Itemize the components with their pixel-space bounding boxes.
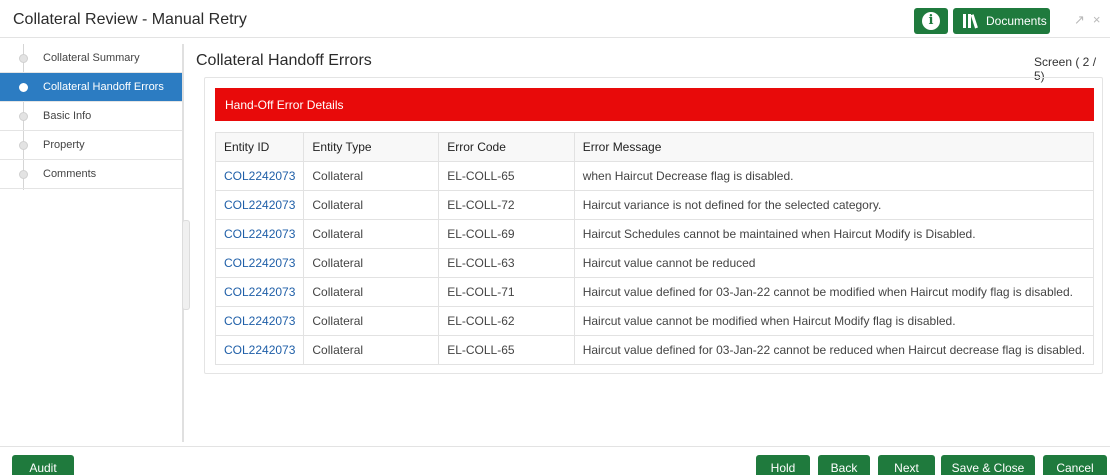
library-icon — [963, 14, 980, 29]
sidebar-item-collateral-summary[interactable]: Collateral Summary — [0, 44, 182, 73]
column-header-error-message[interactable]: Error Message — [573, 132, 1095, 162]
table-row: COL2242073 Collateral EL-COLL-65 when Ha… — [214, 161, 1095, 191]
next-button[interactable]: Next — [878, 455, 935, 475]
entity-type-cell: Collateral — [303, 161, 440, 191]
documents-label: Documents — [986, 14, 1047, 28]
sidebar-item-label: Comments — [43, 168, 97, 180]
entity-type-cell: Collateral — [303, 335, 440, 365]
column-header-entity-type[interactable]: Entity Type — [303, 132, 440, 162]
error-message-cell: Haircut value cannot be reduced — [573, 248, 1095, 278]
info-button[interactable]: i — [914, 8, 948, 34]
sidebar-item-label: Property — [43, 139, 85, 151]
sidebar-item-property[interactable]: Property — [0, 131, 182, 160]
sidebar-item-comments[interactable]: Comments — [0, 160, 182, 189]
sidebar-item-label: Collateral Summary — [43, 52, 140, 64]
entity-type-cell: Collateral — [303, 248, 440, 278]
cancel-button[interactable]: Cancel — [1043, 455, 1107, 475]
table-header-row: Entity ID Entity Type Error Code Error M… — [214, 132, 1095, 162]
sidebar-item-basic-info[interactable]: Basic Info — [0, 102, 182, 131]
step-dot-icon — [19, 170, 28, 179]
column-header-entity-id[interactable]: Entity ID — [214, 132, 305, 162]
error-message-cell: Haircut value cannot be modified when Ha… — [573, 306, 1095, 336]
error-message-cell: Haircut variance is not defined for the … — [573, 190, 1095, 220]
table-row: COL2242073 Collateral EL-COLL-65 Haircut… — [214, 335, 1095, 365]
entity-id-link[interactable]: COL2242073 — [214, 248, 305, 278]
error-code-cell: EL-COLL-65 — [438, 161, 575, 191]
app-window: Collateral Review - Manual Retry i Docum… — [0, 0, 1110, 475]
step-dot-icon — [19, 54, 28, 63]
entity-id-link[interactable]: COL2242073 — [214, 219, 305, 249]
error-details-panel: Hand-Off Error Details Entity ID Entity … — [204, 77, 1103, 374]
back-button[interactable]: Back — [818, 455, 870, 475]
entity-id-link[interactable]: COL2242073 — [214, 306, 305, 336]
error-code-cell: EL-COLL-69 — [438, 219, 575, 249]
entity-id-link[interactable]: COL2242073 — [214, 335, 305, 365]
expand-icon[interactable]: ↗ — [1074, 12, 1093, 27]
error-code-cell: EL-COLL-63 — [438, 248, 575, 278]
sidebar-item-label: Basic Info — [43, 110, 92, 122]
info-icon: i — [922, 12, 940, 30]
window-header: Collateral Review - Manual Retry i Docum… — [0, 0, 1110, 38]
documents-button[interactable]: Documents — [953, 8, 1050, 34]
entity-id-link[interactable]: COL2242073 — [214, 190, 305, 220]
error-message-cell: Haircut value defined for 03-Jan-22 cann… — [573, 335, 1095, 365]
entity-type-cell: Collateral — [303, 190, 440, 220]
error-message-cell: Haircut value defined for 03-Jan-22 cann… — [573, 277, 1095, 307]
table-row: COL2242073 Collateral EL-COLL-62 Haircut… — [214, 306, 1095, 336]
splitter-handle[interactable] — [182, 220, 190, 310]
window-title: Collateral Review - Manual Retry — [13, 11, 247, 28]
audit-button[interactable]: Audit — [12, 455, 74, 475]
error-message-cell: Haircut Schedules cannot be maintained w… — [573, 219, 1095, 249]
error-table: Entity ID Entity Type Error Code Error M… — [214, 132, 1095, 365]
page-title: Collateral Handoff Errors — [196, 52, 372, 69]
table-row: COL2242073 Collateral EL-COLL-71 Haircut… — [214, 277, 1095, 307]
error-code-cell: EL-COLL-72 — [438, 190, 575, 220]
sidebar-item-label: Collateral Handoff Errors — [43, 81, 164, 93]
step-dot-icon — [19, 141, 28, 150]
column-header-error-code[interactable]: Error Code — [438, 132, 575, 162]
sidebar-nav: Collateral Summary Collateral Handoff Er… — [0, 44, 182, 442]
error-code-cell: EL-COLL-62 — [438, 306, 575, 336]
table-row: COL2242073 Collateral EL-COLL-72 Haircut… — [214, 190, 1095, 220]
step-dot-icon — [19, 112, 28, 121]
entity-id-link[interactable]: COL2242073 — [214, 277, 305, 307]
sidebar-item-collateral-handoff-errors[interactable]: Collateral Handoff Errors — [0, 73, 182, 102]
table-row: COL2242073 Collateral EL-COLL-69 Haircut… — [214, 219, 1095, 249]
close-icon[interactable]: × — [1093, 12, 1109, 27]
error-code-cell: EL-COLL-71 — [438, 277, 575, 307]
hold-button[interactable]: Hold — [756, 455, 810, 475]
save-close-button[interactable]: Save & Close — [941, 455, 1035, 475]
error-message-cell: when Haircut Decrease flag is disabled. — [573, 161, 1095, 191]
error-banner: Hand-Off Error Details — [215, 88, 1094, 121]
step-dot-icon — [19, 83, 28, 92]
entity-type-cell: Collateral — [303, 306, 440, 336]
window-controls: ↗× — [1074, 12, 1109, 28]
entity-type-cell: Collateral — [303, 277, 440, 307]
entity-type-cell: Collateral — [303, 219, 440, 249]
entity-id-link[interactable]: COL2242073 — [214, 161, 305, 191]
error-code-cell: EL-COLL-65 — [438, 335, 575, 365]
table-row: COL2242073 Collateral EL-COLL-63 Haircut… — [214, 248, 1095, 278]
